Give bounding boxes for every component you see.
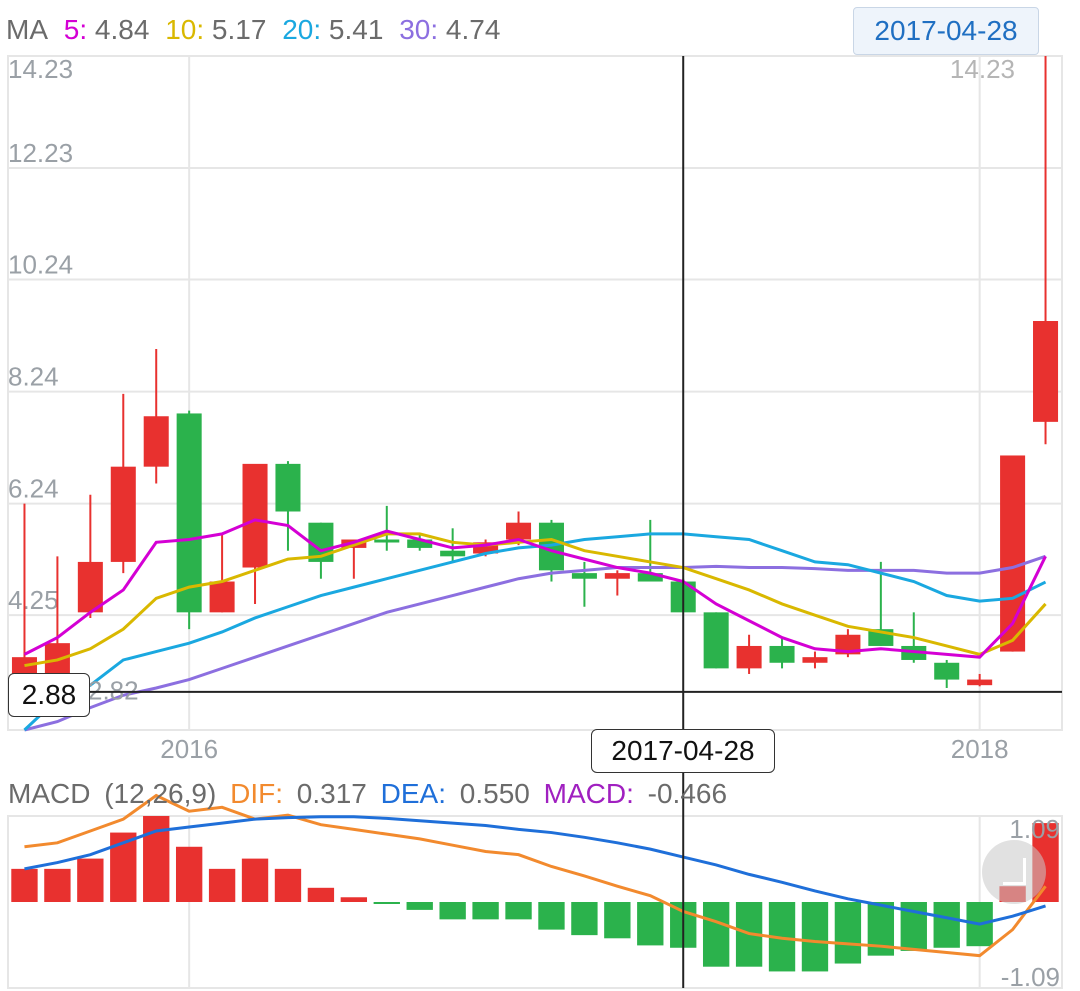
dea-label: DEA:: [380, 778, 446, 809]
candle-down: [703, 612, 729, 669]
macd-hist-value: -0.466: [647, 778, 728, 809]
y-tick-label: 6.24: [8, 474, 59, 504]
candle-up: [967, 679, 993, 686]
macd-legend: MACD (12,26,9) DIF: 0.317 DEA: 0.550 MAC…: [8, 778, 733, 810]
expand-icon: [1003, 858, 1026, 885]
macd-bar-positive: [274, 868, 302, 902]
dif-value: 0.317: [296, 778, 367, 809]
candle-up: [242, 463, 268, 568]
dif-label: DIF:: [230, 778, 283, 809]
macd-bar-positive: [340, 897, 368, 902]
y-tick-label: 4.25: [8, 585, 59, 615]
macd-bar-negative: [571, 902, 598, 936]
macd-bar-negative: [373, 902, 400, 904]
macd-bar-positive: [307, 887, 335, 902]
ma-legend: MA 5: 4.84 10: 5.17 20: 5.41 30: 4.74: [6, 14, 508, 46]
macd-hist-label: MACD:: [543, 778, 634, 809]
chart-canvas[interactable]: 14.23 12.23 10.24 8.24 6.24 4.25 14.23 2016 2018…: [0, 0, 1080, 991]
min-price-label: 2.82: [88, 675, 139, 705]
y-tick-label: 8.24: [8, 362, 59, 392]
candle-down: [934, 662, 960, 680]
x-tick-label: 2016: [160, 734, 218, 764]
candle-up: [209, 581, 235, 613]
price-panel-frame: [7, 55, 1063, 731]
max-price-label: 14.23: [950, 54, 1015, 84]
candle-up: [604, 573, 630, 579]
macd-bar-negative: [472, 902, 499, 920]
macd-bar-positive: [44, 868, 71, 902]
candle-up: [736, 645, 762, 669]
macd-bar-negative: [538, 902, 565, 930]
macd-bar-negative: [637, 902, 664, 946]
y-tick-label: 12.23: [8, 138, 73, 168]
fullscreen-button[interactable]: [982, 840, 1046, 904]
candle-up: [506, 522, 532, 540]
candle-down: [275, 463, 301, 512]
ma5-label: 5:: [63, 14, 88, 45]
macd-bar-negative: [834, 902, 862, 964]
ma5-number: 4.84: [94, 14, 150, 45]
macd-bar-positive: [208, 868, 236, 902]
macd-bar-negative: [801, 902, 829, 972]
ma20-label: 20:: [282, 14, 322, 45]
ma20-number: 5.41: [328, 14, 384, 45]
ma10-value: 10: 5.17: [165, 14, 266, 45]
macd-title: MACD: [8, 778, 91, 809]
y-tick-label: 14.23: [8, 54, 73, 84]
candle-down: [440, 550, 466, 557]
macd-bar-negative: [406, 902, 433, 910]
candle-down: [769, 645, 795, 663]
ma30-label: 30:: [399, 14, 439, 45]
macd-params: (12,26,9): [104, 778, 217, 809]
ma30-number: 4.74: [445, 14, 501, 45]
macd-bar-negative: [702, 902, 730, 967]
ma20-value: 20: 5.41: [282, 14, 383, 45]
macd-bar-positive: [77, 858, 104, 902]
crosshair-date-label: 2017-04-28: [591, 729, 775, 773]
ma10-label: 10:: [165, 14, 205, 45]
candle-down: [571, 573, 597, 579]
dea-value: 0.550: [459, 778, 530, 809]
crosshair-price-label: 2.88: [8, 673, 90, 717]
macd-bar-positive: [11, 868, 38, 902]
macd-bar-negative: [505, 902, 532, 920]
macd-bar-negative: [604, 902, 631, 939]
ma30-value: 30: 4.74: [399, 14, 500, 45]
selected-date-badge[interactable]: 2017-04-28: [853, 7, 1039, 55]
macd-bar-positive: [175, 846, 203, 902]
macd-min-label: -1.09: [1001, 962, 1060, 991]
candle-up: [143, 416, 169, 467]
macd-bar-negative: [933, 902, 960, 948]
candle-down: [374, 539, 400, 543]
candle-down: [176, 413, 202, 613]
y-tick-label: 10.24: [8, 250, 73, 280]
candle-up: [110, 466, 136, 562]
candle-up: [1033, 321, 1059, 422]
x-tick-label: 2018: [951, 734, 1009, 764]
ma10-number: 5.17: [211, 14, 267, 45]
ma-label: MA: [6, 14, 48, 45]
macd-bar-negative: [439, 902, 466, 920]
ma5-value: 5: 4.84: [64, 14, 150, 45]
macd-bar-positive: [241, 858, 269, 902]
candle-up: [802, 657, 828, 663]
